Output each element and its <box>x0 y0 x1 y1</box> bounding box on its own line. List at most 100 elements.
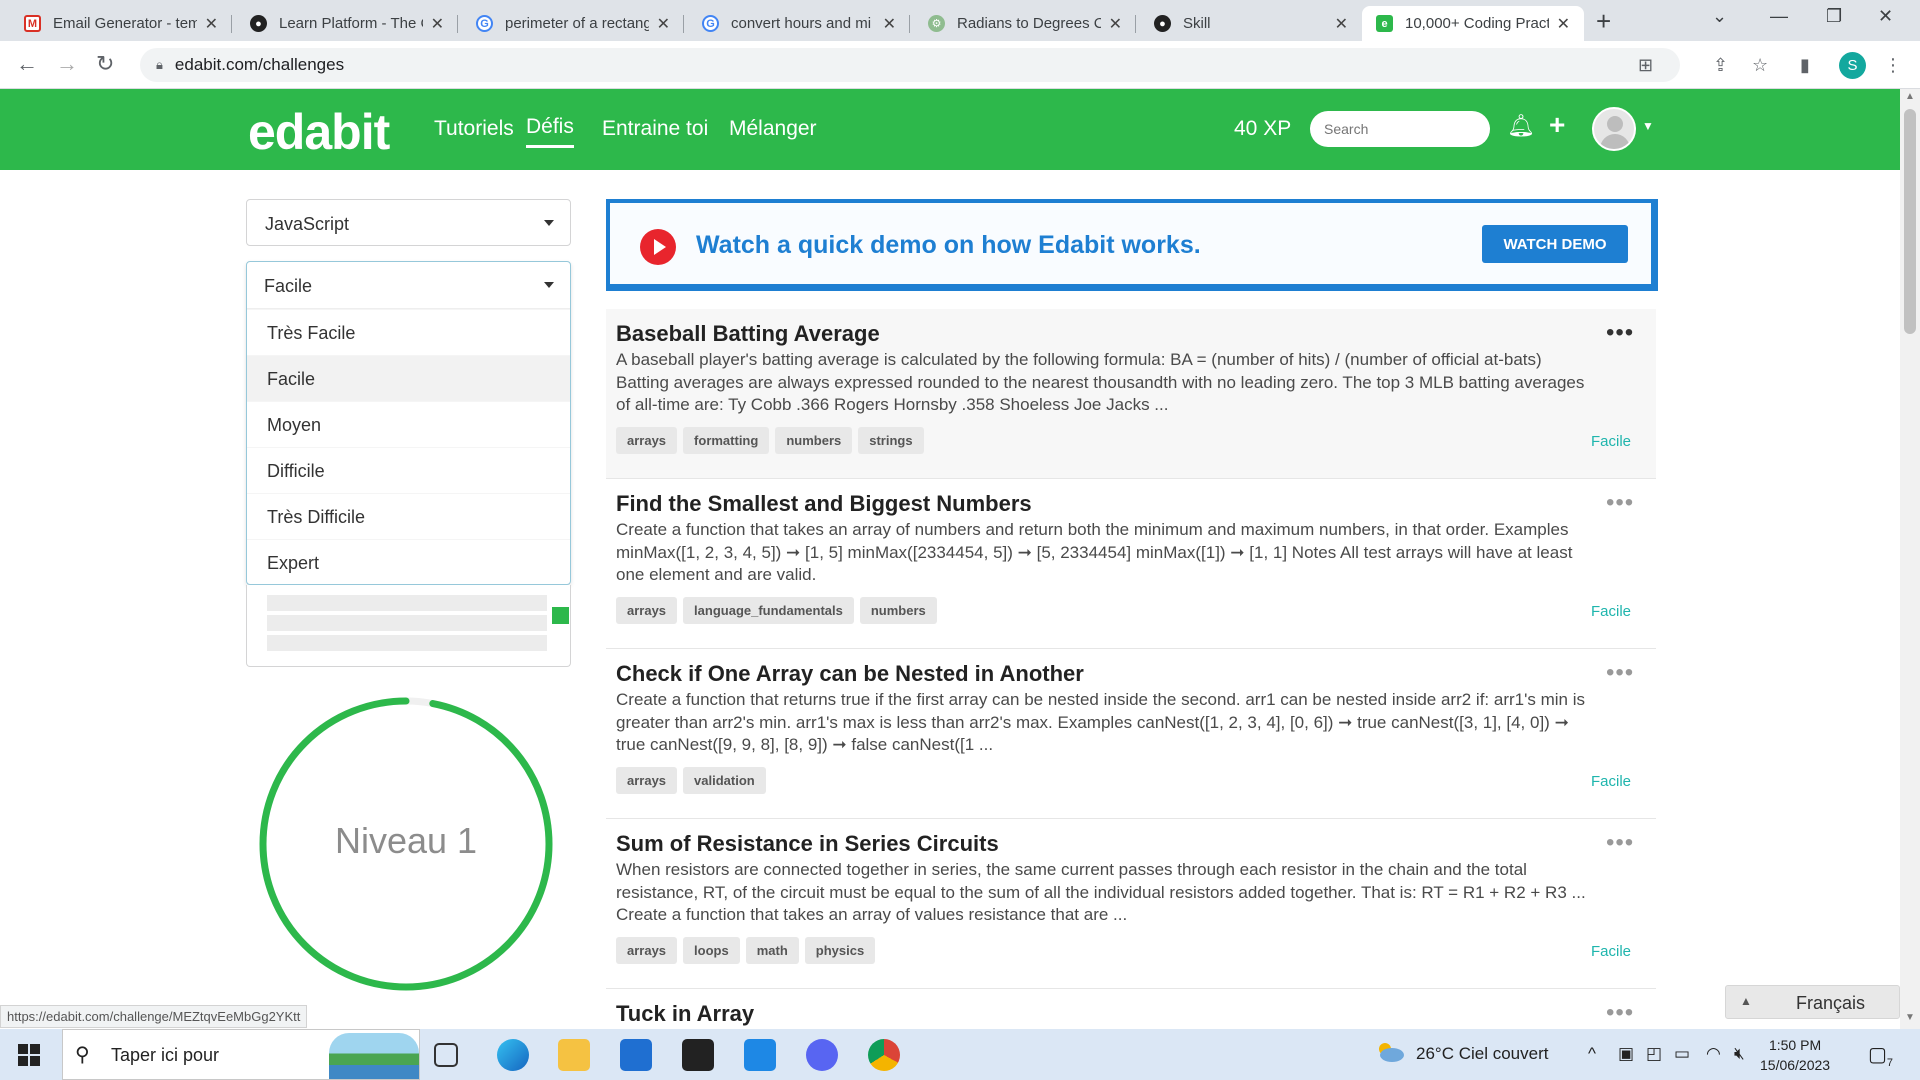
browser-tab[interactable]: ● Learn Platform - The C ✕ <box>236 6 458 41</box>
tag[interactable]: language_fundamentals <box>683 597 854 624</box>
url-text[interactable]: edabit.com/challenges <box>175 55 344 75</box>
share-icon[interactable]: ⇪ <box>1713 55 1728 76</box>
edge-icon[interactable] <box>497 1039 529 1071</box>
minimize-button[interactable]: — <box>1770 6 1788 27</box>
terminal-icon[interactable] <box>682 1039 714 1071</box>
page-scrollbar[interactable]: ▲ ▼ <box>1900 89 1920 1029</box>
challenge-card[interactable]: Find the Smallest and Biggest Numbers Cr… <box>606 479 1656 649</box>
reload-icon[interactable]: ↻ <box>96 51 114 77</box>
close-tab-icon[interactable]: ✕ <box>1549 14 1570 34</box>
nav-shuffle[interactable]: Mélanger <box>729 117 817 141</box>
challenge-card[interactable]: Check if One Array can be Nested in Anot… <box>606 649 1656 819</box>
battery-icon[interactable]: ▭ <box>1674 1044 1690 1064</box>
tag[interactable]: strings <box>858 427 924 454</box>
watch-demo-button[interactable]: WATCH DEMO <box>1482 225 1628 263</box>
more-options-icon[interactable]: ••• <box>1606 659 1634 687</box>
more-options-icon[interactable]: ••• <box>1606 999 1634 1027</box>
more-options-icon[interactable]: ••• <box>1606 489 1634 517</box>
tag[interactable]: math <box>745 937 799 964</box>
more-options-icon[interactable]: ••• <box>1606 829 1634 857</box>
close-tab-icon[interactable]: ✕ <box>423 14 444 34</box>
close-tab-icon[interactable]: ✕ <box>875 14 896 34</box>
taskbar-search[interactable]: ⚲ Taper ici pour <box>62 1029 420 1080</box>
close-tab-icon[interactable]: ✕ <box>197 14 218 34</box>
browser-tab[interactable]: G perimeter of a rectang ✕ <box>462 6 684 41</box>
search-input[interactable] <box>1310 111 1490 147</box>
difficulty-option[interactable]: Moyen <box>247 401 570 447</box>
language-select[interactable]: JavaScript <box>246 199 571 246</box>
nav-challenges[interactable]: Défis <box>526 115 574 148</box>
close-window-button[interactable]: ✕ <box>1878 6 1893 27</box>
tag[interactable]: physics <box>804 937 876 964</box>
challenge-title[interactable]: Baseball Batting Average <box>616 321 880 347</box>
language-switcher[interactable]: ▲ Français <box>1725 985 1900 1019</box>
chrome-icon[interactable] <box>868 1039 900 1071</box>
difficulty-current[interactable]: Facile <box>247 262 570 309</box>
volume-muted-icon[interactable]: 🔇︎ <box>1734 1044 1745 1064</box>
maximize-button[interactable]: ❐ <box>1826 6 1842 27</box>
difficulty-option[interactable]: Difficile <box>247 447 570 493</box>
file-explorer-icon[interactable] <box>558 1039 590 1071</box>
challenge-card[interactable]: Baseball Batting Average A baseball play… <box>606 309 1656 479</box>
translate-icon[interactable]: ⊞ <box>1638 55 1653 76</box>
chevron-down-icon[interactable]: ▼ <box>1642 119 1654 133</box>
notification-icon[interactable]: ▢7 <box>1868 1042 1893 1069</box>
tag[interactable]: formatting <box>683 427 770 454</box>
weather-text[interactable]: 26°C Ciel couvert <box>1416 1044 1548 1064</box>
close-tab-icon[interactable]: ✕ <box>649 14 670 34</box>
tag[interactable]: validation <box>683 767 766 794</box>
side-panel-icon[interactable]: ▮ <box>1800 55 1810 76</box>
scroll-thumb[interactable] <box>1904 109 1916 334</box>
difficulty-option[interactable]: Très Difficile <box>247 493 570 539</box>
nav-tutorials[interactable]: Tutoriels <box>434 117 514 141</box>
new-tab-button[interactable]: + <box>1596 6 1611 37</box>
challenge-title[interactable]: Sum of Resistance in Series Circuits <box>616 831 999 857</box>
scroll-up-icon[interactable]: ▲ <box>1905 91 1915 102</box>
close-tab-icon[interactable]: ✕ <box>1101 14 1122 34</box>
menu-kebab-icon[interactable]: ⋮ <box>1884 55 1902 76</box>
challenge-card[interactable]: Sum of Resistance in Series Circuits Whe… <box>606 819 1656 989</box>
browser-tab-active[interactable]: e 10,000+ Coding Pract ✕ <box>1362 6 1584 41</box>
tag[interactable]: numbers <box>775 427 853 454</box>
difficulty-option[interactable]: Expert <box>247 539 570 585</box>
scroll-down-icon[interactable]: ▼ <box>1905 1012 1915 1023</box>
forward-icon[interactable]: → <box>56 51 78 77</box>
browser-tab[interactable]: G convert hours and mi ✕ <box>688 6 910 41</box>
browser-tab[interactable]: M Email Generator - tem ✕ <box>10 6 232 41</box>
profile-avatar[interactable]: S <box>1839 52 1866 79</box>
difficulty-option[interactable]: Très Facile <box>247 309 570 355</box>
tag[interactable]: arrays <box>616 427 678 454</box>
challenge-title[interactable]: Check if One Array can be Nested in Anot… <box>616 661 1084 687</box>
play-icon[interactable] <box>640 229 676 265</box>
chevron-up-icon[interactable]: ^ <box>1588 1044 1596 1064</box>
windows-start-icon[interactable] <box>18 1044 40 1066</box>
challenge-title[interactable]: Tuck in Array <box>616 1001 754 1027</box>
browser-tab[interactable]: ⚙ Radians to Degrees C ✕ <box>914 6 1136 41</box>
task-view-icon[interactable] <box>434 1043 458 1067</box>
add-icon[interactable]: + <box>1549 109 1565 141</box>
user-avatar[interactable] <box>1592 107 1636 151</box>
tag[interactable]: arrays <box>616 937 678 964</box>
tag[interactable]: loops <box>683 937 740 964</box>
device-icon[interactable]: ▣ <box>1618 1044 1634 1064</box>
challenge-title[interactable]: Find the Smallest and Biggest Numbers <box>616 491 1032 517</box>
nav-practice[interactable]: Entraine toi <box>602 117 708 141</box>
address-bar[interactable]: 🔒︎ edabit.com/challenges <box>140 48 1680 82</box>
mail-icon[interactable] <box>620 1039 652 1071</box>
close-tab-icon[interactable]: ✕ <box>1327 14 1348 34</box>
discord-icon[interactable] <box>806 1039 838 1071</box>
tab-search-icon[interactable]: ⌄ <box>1712 6 1727 27</box>
challenge-card[interactable]: Tuck in Array ••• <box>606 989 1656 1029</box>
bookmark-star-icon[interactable]: ☆ <box>1752 55 1768 76</box>
taskbar-clock[interactable]: 1:50 PM 15/06/2023 <box>1760 1035 1830 1075</box>
difficulty-dropdown[interactable]: Facile Très Facile Facile Moyen Difficil… <box>246 261 571 585</box>
edabit-logo[interactable]: edabit <box>248 103 390 161</box>
tag[interactable]: numbers <box>859 597 937 624</box>
browser-tab[interactable]: ● Skill ✕ <box>1140 6 1362 41</box>
tag[interactable]: arrays <box>616 597 678 624</box>
vscode-icon[interactable] <box>744 1039 776 1071</box>
back-icon[interactable]: ← <box>16 51 38 77</box>
tag[interactable]: arrays <box>616 767 678 794</box>
wifi-icon[interactable]: ◠ <box>1706 1044 1721 1064</box>
bell-icon[interactable]: 🔔︎ <box>1507 113 1535 139</box>
